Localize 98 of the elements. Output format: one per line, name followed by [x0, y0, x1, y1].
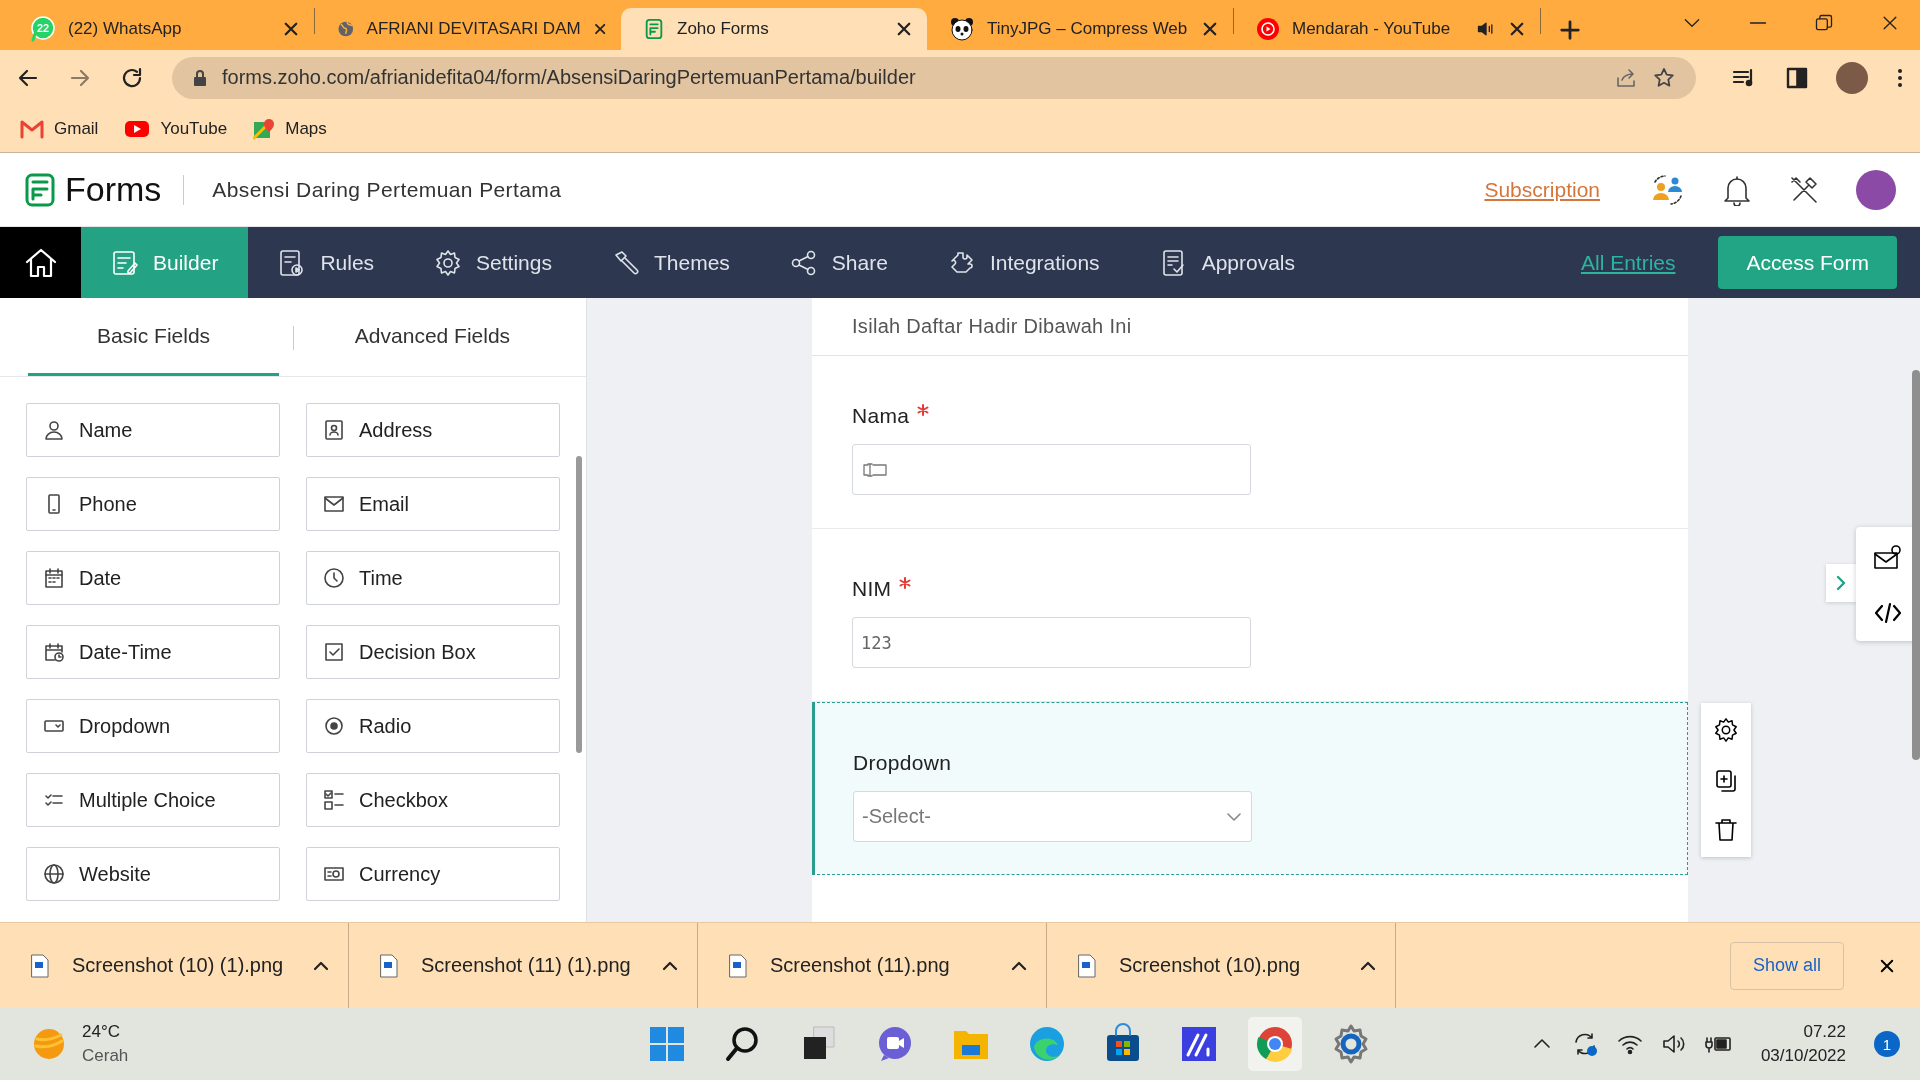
expand-button[interactable] — [1826, 564, 1856, 602]
field-type-button[interactable]: Time — [306, 551, 560, 605]
gear-icon — [434, 248, 463, 277]
field-type-button[interactable]: Website — [26, 847, 280, 901]
play-button-icon — [124, 118, 151, 139]
new-tab-icon[interactable] — [1559, 19, 1581, 41]
radio-icon — [323, 715, 345, 737]
clock-icon — [323, 567, 345, 589]
sun-icon — [32, 1027, 66, 1061]
copy-icon[interactable] — [1713, 767, 1739, 793]
chat-bubble-icon: 22 — [30, 16, 56, 42]
nav-tab[interactable]: Themes — [581, 227, 760, 298]
field-label: NIM — [852, 577, 892, 601]
field-type-button[interactable]: Date-Time — [26, 625, 280, 679]
avatar[interactable] — [1856, 169, 1896, 210]
field-type-button[interactable]: Dropdown — [26, 699, 280, 753]
form-edit-icon — [111, 248, 139, 277]
text-input[interactable] — [852, 444, 1251, 495]
mail-settings-icon[interactable] — [1873, 543, 1903, 571]
file-icon — [379, 953, 399, 978]
field-type-button[interactable]: Phone — [26, 477, 280, 531]
nav-tab[interactable]: Share — [759, 227, 918, 298]
envelope-icon — [323, 493, 345, 515]
field-type-button[interactable]: Date — [26, 551, 280, 605]
share-icon — [789, 248, 818, 277]
checkbox-icon — [323, 641, 345, 663]
checklist-icon — [323, 789, 345, 811]
clock-date: 03/10/2022 — [1760, 1045, 1846, 1067]
nav-tab[interactable]: Rules — [248, 227, 405, 298]
settings-icon[interactable] — [1713, 717, 1739, 743]
show-all-button[interactable]: Show all — [1729, 941, 1844, 990]
field-type-button[interactable]: Email — [306, 477, 560, 531]
calendar-clock-icon — [43, 641, 65, 663]
sidebar-icon[interactable] — [1786, 66, 1808, 89]
weather-text: Cerah — [82, 1045, 129, 1067]
star-icon[interactable] — [1652, 65, 1676, 90]
form-title: Absensi Daring Pertemuan Pertama — [212, 177, 562, 202]
avatar[interactable] — [1836, 61, 1868, 94]
browser-tab[interactable]: TinyJPG – Compress Web — [927, 8, 1233, 50]
envelope-m-icon — [20, 118, 44, 139]
form-description: Isilah Daftar Hadir Dibawah Ini — [812, 298, 1688, 356]
reload-icon[interactable] — [120, 65, 144, 90]
lock-icon — [192, 68, 208, 87]
restore-icon[interactable] — [1814, 13, 1834, 33]
field-label: Dropdown — [853, 751, 952, 775]
form-icon — [643, 18, 665, 40]
notification-badge[interactable]: 1 — [1874, 1031, 1900, 1057]
field-type-button[interactable]: Currency — [306, 847, 560, 901]
temperature: 24°C — [82, 1021, 121, 1043]
nav-tab[interactable]: Integrations — [917, 227, 1130, 298]
browser-tab[interactable]: Mendarah - YouTube — [1234, 8, 1540, 50]
code-icon[interactable] — [1874, 601, 1902, 625]
field-type-button[interactable]: Multiple Choice — [26, 773, 280, 827]
chevron-right-icon — [1834, 574, 1848, 592]
panel-tab[interactable]: Advanced Fields — [307, 298, 558, 376]
text-cursor-icon — [861, 461, 889, 478]
trash-icon[interactable] — [1713, 817, 1739, 843]
browser-tab[interactable]: 22 (22) WhatsApp — [8, 8, 314, 50]
clock-time: 07.22 — [1803, 1021, 1846, 1043]
nav-tab[interactable]: Approvals — [1129, 227, 1325, 298]
app-name: Forms — [65, 170, 162, 209]
map-pin-icon — [253, 117, 276, 140]
browser-tab[interactable]: Zoho Forms — [621, 8, 927, 50]
home-icon — [23, 246, 58, 279]
contact-card-icon — [323, 419, 345, 441]
field-type-button[interactable]: Name — [26, 403, 280, 457]
bookmark-link[interactable]: YouTube — [124, 118, 228, 139]
nav-tab[interactable]: Settings — [404, 227, 582, 298]
speaker-icon[interactable] — [1660, 1033, 1687, 1055]
file-icon — [30, 953, 50, 978]
address-bar[interactable]: forms.zoho.com/afrianidefita04/form/AbsensiDaringPertemuanPertama/builder — [172, 56, 1696, 99]
field-type-button[interactable]: Address — [306, 403, 560, 457]
close-icon[interactable] — [895, 20, 913, 38]
bell-icon[interactable] — [1722, 173, 1752, 206]
file-icon — [1077, 953, 1097, 978]
person-icon — [43, 419, 65, 441]
close-icon[interactable] — [1201, 20, 1219, 38]
bookmark-link[interactable]: Gmail — [20, 118, 99, 139]
number-input[interactable]: 123 — [852, 617, 1251, 668]
close-icon[interactable] — [282, 20, 300, 38]
panel-tab[interactable]: Basic Fields — [28, 298, 279, 376]
close-icon[interactable] — [1508, 20, 1526, 38]
dropdown-select[interactable]: -Select- — [853, 791, 1252, 842]
field-type-button[interactable]: Checkbox — [306, 773, 560, 827]
globe-icon — [43, 863, 65, 885]
field-type-button[interactable]: Radio — [306, 699, 560, 753]
field-label: Nama — [852, 404, 910, 428]
form-logo-icon — [25, 172, 55, 207]
wifi-icon[interactable] — [1616, 1033, 1643, 1055]
browser-tab[interactable]: AFRIANI DEVITASARI DAM — [315, 8, 621, 50]
file-icon — [728, 953, 748, 978]
calendar-icon — [43, 567, 65, 589]
home-button[interactable] — [0, 227, 81, 298]
bookmark-link[interactable]: Maps — [253, 117, 327, 140]
field-type-button[interactable]: Decision Box — [306, 625, 560, 679]
play-circle-icon — [1256, 17, 1280, 41]
all-entries-link[interactable]: All Entries — [1580, 250, 1676, 275]
panda-icon — [949, 16, 975, 42]
